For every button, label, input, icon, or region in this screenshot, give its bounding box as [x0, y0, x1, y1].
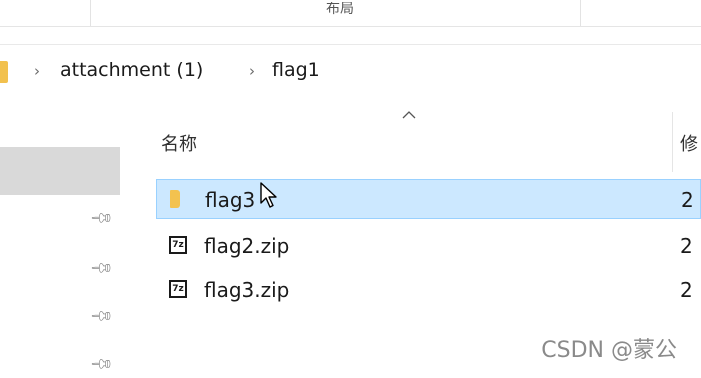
nav-item-selected[interactable] — [0, 147, 120, 195]
column-header-modified[interactable]: 修 — [680, 130, 701, 156]
navigation-pane: 📌︎ 📌︎ 📌︎ 📌︎ — [0, 100, 128, 377]
7z-icon: 7z — [169, 280, 187, 298]
file-name: flag2.zip — [204, 234, 290, 258]
mouse-cursor-icon — [260, 182, 277, 208]
file-date: 2 — [680, 278, 693, 302]
ribbon-separator — [90, 0, 91, 26]
file-name: flag3.zip — [204, 278, 290, 302]
pin-icon[interactable]: 📌︎ — [88, 204, 116, 232]
file-row[interactable]: 7z flag3.zip 2 — [156, 270, 701, 310]
pin-icon[interactable]: 📌︎ — [88, 254, 116, 282]
watermark: CSDN @蒙公 — [541, 338, 677, 363]
file-name: flag3 — [205, 188, 256, 212]
sort-ascending-icon — [402, 111, 416, 119]
ribbon-separator — [580, 0, 581, 26]
column-header-name[interactable]: 名称 — [161, 130, 197, 156]
folder-icon — [170, 190, 180, 208]
address-bar[interactable]: › attachment (1) › flag1 — [0, 44, 701, 101]
ribbon: 布局 — [0, 0, 701, 27]
file-date: 2 — [681, 188, 694, 212]
7z-icon: 7z — [169, 236, 187, 254]
breadcrumb-item[interactable]: flag1 — [272, 59, 320, 81]
folder-icon — [0, 61, 8, 83]
ribbon-group-label: 布局 — [326, 2, 354, 16]
file-row[interactable]: 7z flag2.zip 2 — [156, 226, 701, 266]
chevron-right-icon[interactable]: › — [249, 62, 255, 80]
chevron-right-icon[interactable]: › — [34, 62, 40, 80]
pin-icon[interactable]: 📌︎ — [88, 302, 116, 330]
breadcrumb-item[interactable]: attachment (1) — [60, 59, 203, 81]
file-date: 2 — [680, 234, 693, 258]
column-divider[interactable] — [672, 112, 673, 172]
file-row[interactable]: flag3 2 — [156, 179, 701, 219]
